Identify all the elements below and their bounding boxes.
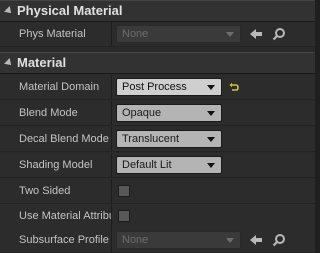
use-selected-arrow-icon[interactable] <box>249 233 263 247</box>
category-title: Material <box>17 55 67 70</box>
property-row-shading-model: Shading Model Default Lit <box>0 153 315 178</box>
column-splitter[interactable] <box>111 101 112 125</box>
column-splitter[interactable] <box>111 204 112 228</box>
phys-material-asset-picker[interactable]: None <box>116 25 241 43</box>
property-row-two-sided: Two Sided <box>0 179 315 204</box>
browse-magnifier-icon[interactable] <box>272 27 286 41</box>
collapse-arrow-icon[interactable] <box>4 58 14 68</box>
blend-mode-dropdown[interactable]: Opaque <box>116 104 222 122</box>
column-splitter[interactable] <box>111 75 112 99</box>
use-material-attributes-checkbox[interactable] <box>118 210 130 222</box>
decal-blend-mode-dropdown[interactable]: Translucent <box>116 130 222 148</box>
property-row-use-material-attributes: Use Material Attributes <box>0 204 315 229</box>
material-domain-dropdown[interactable]: Post Process <box>116 78 222 96</box>
column-splitter[interactable] <box>111 22 112 46</box>
browse-magnifier-icon[interactable] <box>272 233 286 247</box>
property-row-decal-blend-mode: Decal Blend Mode Translucent <box>0 127 315 152</box>
property-label: Two Sided <box>19 185 71 197</box>
column-splitter[interactable] <box>111 179 112 203</box>
two-sided-checkbox[interactable] <box>118 185 130 197</box>
shading-model-dropdown[interactable]: Default Lit <box>116 156 222 174</box>
chevron-down-icon <box>226 32 234 37</box>
asset-picker-value: None <box>122 28 149 40</box>
category-header-material[interactable]: Material <box>0 52 315 74</box>
property-label: Subsurface Profile <box>19 234 109 246</box>
property-row-subsurface-profile: Subsurface Profile None <box>0 228 315 253</box>
collapse-arrow-icon[interactable] <box>4 6 14 16</box>
chevron-down-icon <box>207 137 215 142</box>
property-label: Decal Blend Mode <box>19 133 109 145</box>
dropdown-value: Translucent <box>122 133 180 145</box>
property-row-blend-mode: Blend Mode Opaque <box>0 101 315 126</box>
use-selected-arrow-icon[interactable] <box>249 27 263 41</box>
property-label: Shading Model <box>19 159 93 171</box>
category-title: Physical Material <box>17 3 123 18</box>
property-label: Phys Material <box>19 28 86 40</box>
reset-to-default-icon[interactable] <box>229 82 239 92</box>
asset-picker-value: None <box>122 234 149 246</box>
dropdown-value: Opaque <box>122 107 162 119</box>
category-header-physical-material[interactable]: Physical Material <box>0 0 315 22</box>
property-label: Material Domain <box>19 81 100 93</box>
details-panel: Physical Material Phys Material None Mat… <box>0 0 315 253</box>
chevron-down-icon <box>207 163 215 168</box>
chevron-down-icon <box>207 85 215 90</box>
dropdown-value: Post Process <box>122 81 187 93</box>
column-splitter[interactable] <box>111 153 112 177</box>
chevron-down-icon <box>226 238 234 243</box>
subsurface-profile-asset-picker[interactable]: None <box>116 231 241 249</box>
column-splitter[interactable] <box>111 228 112 252</box>
property-label: Blend Mode <box>19 107 78 119</box>
dropdown-value: Default Lit <box>122 159 172 171</box>
property-row-phys-material: Phys Material None <box>0 22 315 47</box>
property-label: Use Material Attributes <box>19 210 111 222</box>
column-splitter[interactable] <box>111 127 112 151</box>
chevron-down-icon <box>207 111 215 116</box>
property-row-material-domain: Material Domain Post Process <box>0 75 315 100</box>
